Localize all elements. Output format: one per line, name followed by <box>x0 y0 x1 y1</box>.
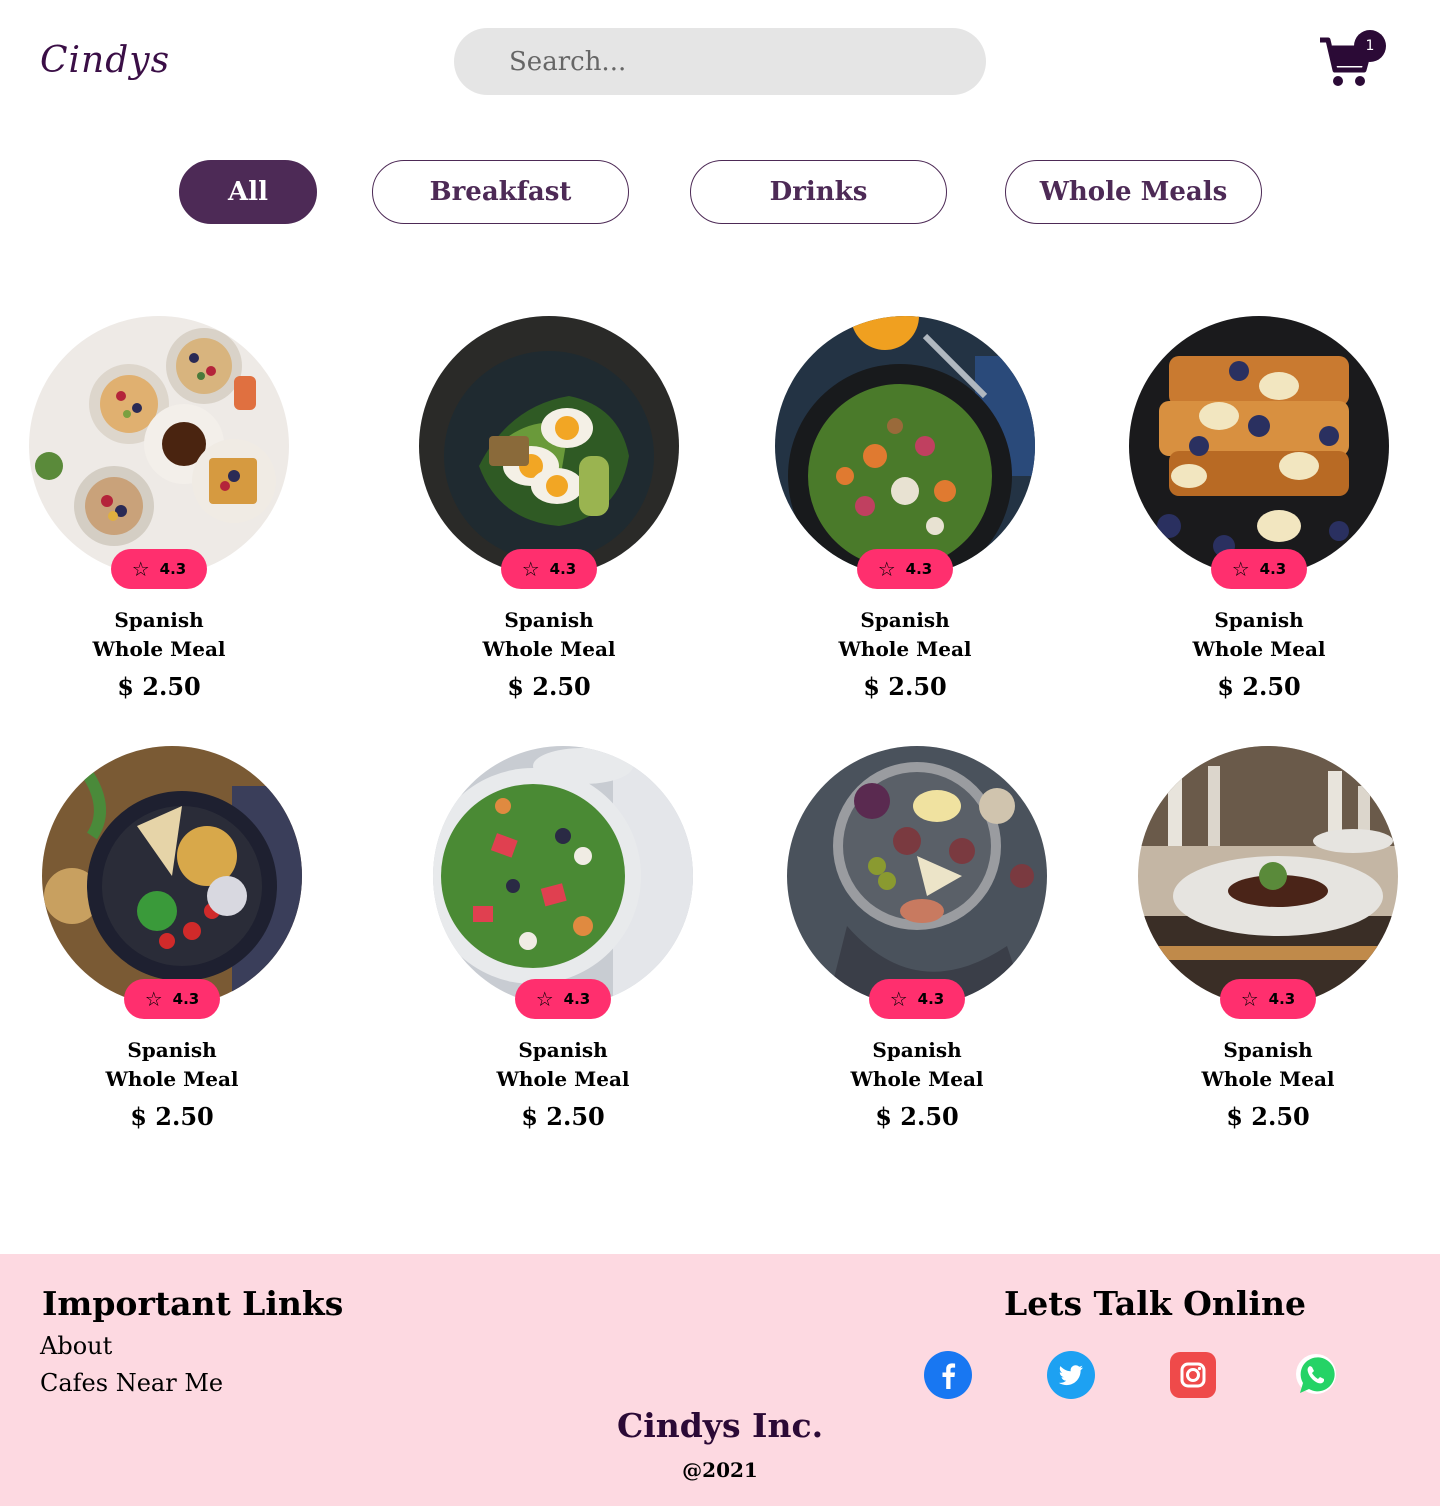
product-name: Spanish Whole Meal <box>850 1038 984 1091</box>
product-card[interactable]: ☆ 4.3 Spanish Whole Meal $ 2.50 <box>42 746 302 1146</box>
lets-talk-online-heading: Lets Talk Online <box>1004 1284 1306 1323</box>
rating-badge: ☆ 4.3 <box>1211 549 1307 589</box>
footer: Important Links About Cafes Near Me Lets… <box>0 1254 1440 1506</box>
logo[interactable]: Cindys <box>40 40 170 81</box>
product-card[interactable]: ☆ 4.3 Spanish Whole Meal $ 2.50 <box>29 316 289 716</box>
star-icon: ☆ <box>131 557 150 581</box>
footer-copyright: @2021 <box>682 1458 758 1482</box>
product-card[interactable]: ☆ 4.3 Spanish Whole Meal $ 2.50 <box>1129 316 1389 716</box>
product-name: Spanish Whole Meal <box>92 608 226 661</box>
product-card[interactable]: ☆ 4.3 Spanish Whole Meal $ 2.50 <box>787 746 1047 1146</box>
cart-count-badge: 1 <box>1354 30 1386 62</box>
tab-all[interactable]: All <box>179 160 317 224</box>
important-links-heading: Important Links <box>42 1284 344 1323</box>
food-image-breakfast-spread <box>29 316 289 576</box>
facebook-icon[interactable] <box>924 1351 972 1399</box>
rating-badge: ☆ 4.3 <box>515 979 611 1019</box>
instagram-icon[interactable] <box>1170 1352 1216 1398</box>
product-name: Spanish Whole Meal <box>496 1038 630 1091</box>
product-price: $ 2.50 <box>875 1102 959 1131</box>
food-image-french-toast <box>1129 316 1389 576</box>
rating-badge: ☆ 4.3 <box>857 549 953 589</box>
rating-badge: ☆ 4.3 <box>869 979 965 1019</box>
food-image-watermelon-salad <box>433 746 693 1006</box>
food-image-green-salad <box>775 316 1035 576</box>
rating-badge: ☆ 4.3 <box>124 979 220 1019</box>
star-icon: ☆ <box>1231 557 1250 581</box>
twitter-icon[interactable] <box>1047 1351 1095 1399</box>
star-icon: ☆ <box>521 557 540 581</box>
star-icon: ☆ <box>535 987 554 1011</box>
food-image-fig-platter <box>787 746 1047 1006</box>
tab-drinks[interactable]: Drinks <box>690 160 947 224</box>
tab-whole-meals[interactable]: Whole Meals <box>1005 160 1262 224</box>
star-icon: ☆ <box>1240 987 1259 1011</box>
cart-button[interactable]: 1 <box>1316 30 1388 90</box>
product-price: $ 2.50 <box>521 1102 605 1131</box>
product-price: $ 2.50 <box>1217 672 1301 701</box>
product-name: Spanish Whole Meal <box>105 1038 239 1091</box>
product-price: $ 2.50 <box>1226 1102 1310 1131</box>
food-image-restaurant-plate <box>1138 746 1398 1006</box>
rating-badge: ☆ 4.3 <box>501 549 597 589</box>
product-price: $ 2.50 <box>507 672 591 701</box>
product-card[interactable]: ☆ 4.3 Spanish Whole Meal $ 2.50 <box>775 316 1035 716</box>
food-image-chickpea-bowl <box>42 746 302 1006</box>
product-name: Spanish Whole Meal <box>1192 608 1326 661</box>
food-image-egg-avocado-toast <box>419 316 679 576</box>
product-price: $ 2.50 <box>130 1102 214 1131</box>
product-card[interactable]: ☆ 4.3 Spanish Whole Meal $ 2.50 <box>1138 746 1398 1146</box>
product-card[interactable]: ☆ 4.3 Spanish Whole Meal $ 2.50 <box>433 746 693 1146</box>
star-icon: ☆ <box>877 557 896 581</box>
product-name: Spanish Whole Meal <box>1201 1038 1335 1091</box>
star-icon: ☆ <box>144 987 163 1011</box>
rating-badge: ☆ 4.3 <box>111 549 207 589</box>
whatsapp-icon[interactable] <box>1292 1351 1340 1399</box>
tab-breakfast[interactable]: Breakfast <box>372 160 629 224</box>
cafes-near-me-link[interactable]: Cafes Near Me <box>40 1369 223 1397</box>
product-card[interactable]: ☆ 4.3 Spanish Whole Meal $ 2.50 <box>419 316 679 716</box>
product-price: $ 2.50 <box>863 672 947 701</box>
star-icon: ☆ <box>889 987 908 1011</box>
product-price: $ 2.50 <box>117 672 201 701</box>
search-input[interactable] <box>454 28 986 95</box>
footer-brand: Cindys Inc. <box>616 1406 824 1445</box>
product-name: Spanish Whole Meal <box>838 608 972 661</box>
product-name: Spanish Whole Meal <box>482 608 616 661</box>
rating-badge: ☆ 4.3 <box>1220 979 1316 1019</box>
about-link[interactable]: About <box>40 1332 112 1360</box>
